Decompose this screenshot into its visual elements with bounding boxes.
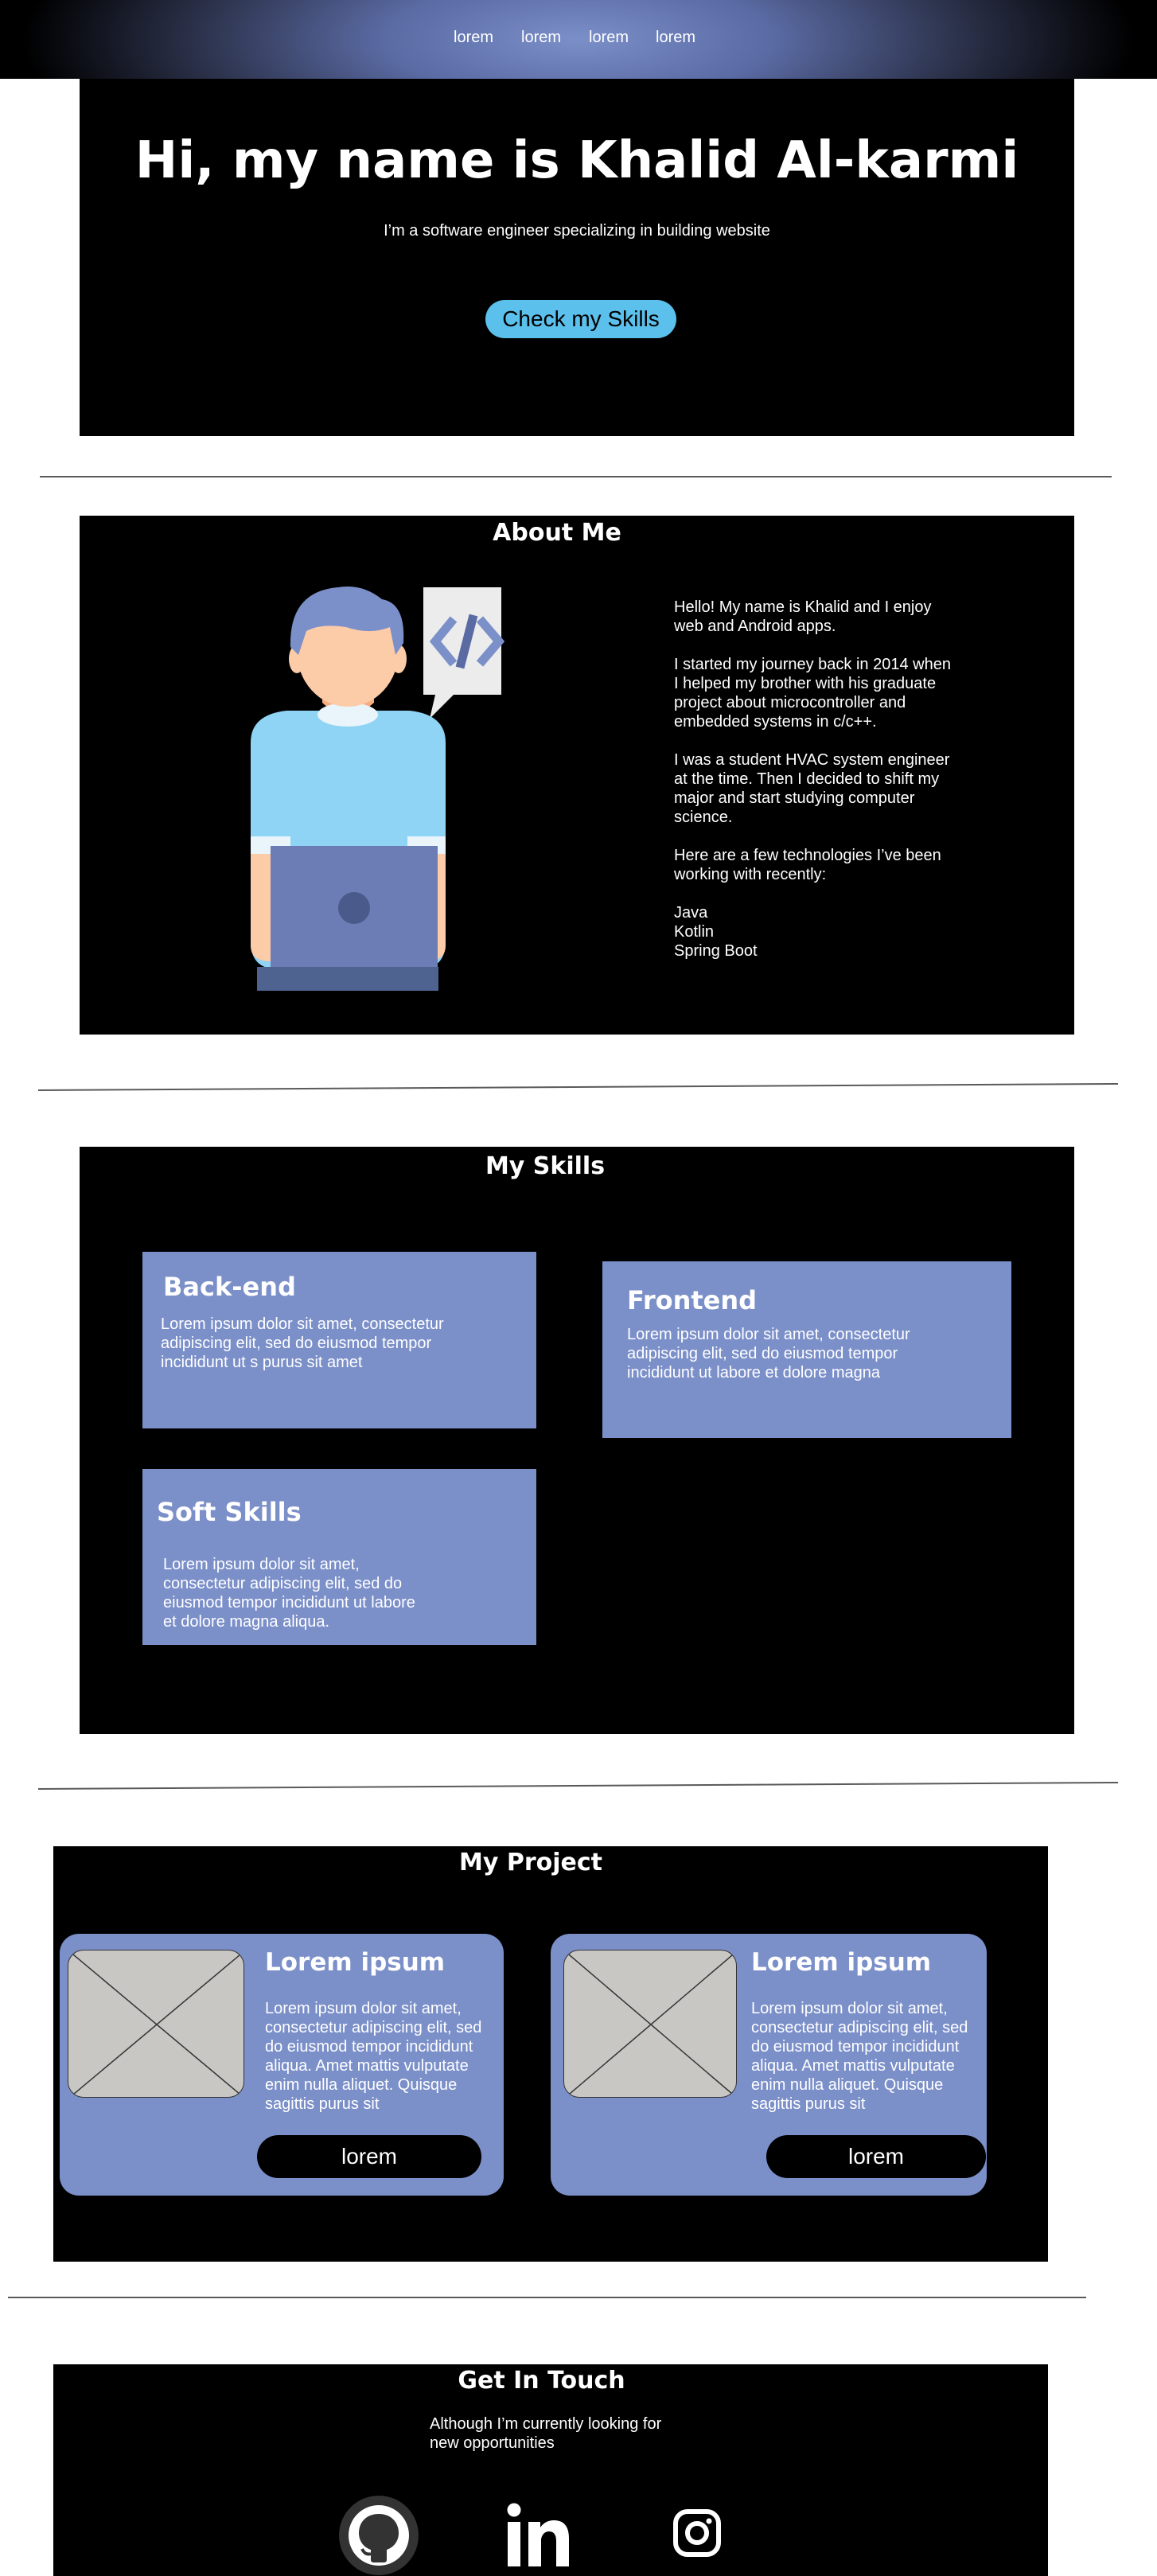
skill-card-title: Back-end xyxy=(163,1272,296,1302)
divider xyxy=(38,1782,1119,1790)
skill-card-text: Lorem ipsum dolor sit amet, consectetur … xyxy=(627,1326,910,1382)
about-text: Hello! My name is Khalid and I enjoy web… xyxy=(674,598,952,961)
tech-item: Kotlin xyxy=(674,923,715,941)
instagram-icon[interactable] xyxy=(673,2509,721,2557)
project-button[interactable]: lorem xyxy=(257,2135,481,2178)
about-section: About Me Hello! My name is Khalid and I … xyxy=(80,516,1074,1035)
project-image-placeholder xyxy=(563,1950,737,2098)
project-text: Lorem ipsum dolor sit amet, consectetur … xyxy=(751,2000,968,2113)
skills-section: My Skills Back-end Lorem ipsum dolor sit… xyxy=(80,1147,1074,1734)
project-card: Lorem ipsum Lorem ipsum dolor sit amet, … xyxy=(551,1934,987,2196)
skill-card-title: Frontend xyxy=(627,1285,758,1315)
nav-link-3[interactable]: lorem xyxy=(589,29,629,47)
contact-text: Although I’m currently looking for new o… xyxy=(430,2415,662,2452)
projects-section: My Project Lorem ipsum Lorem ipsum dolor… xyxy=(53,1846,1048,2262)
top-nav: lorem lorem lorem lorem xyxy=(0,0,1157,79)
tech-item: Java xyxy=(674,904,708,922)
github-icon[interactable] xyxy=(338,2495,419,2576)
skills-title: My Skills xyxy=(485,1152,606,1180)
hero-section: Hi, my name is Khalid Al-karmi I’m a sof… xyxy=(80,79,1074,436)
skill-card-backend: Back-end Lorem ipsum dolor sit amet, con… xyxy=(142,1252,536,1428)
projects-title: My Project xyxy=(459,1849,602,1876)
nav-link-1[interactable]: lorem xyxy=(454,29,493,47)
about-paragraph: I started my journey back in 2014 when I… xyxy=(674,656,951,731)
nav-link-2[interactable]: lorem xyxy=(521,29,561,47)
skill-card-text: Lorem ipsum dolor sit amet, consectetur … xyxy=(163,1556,415,1631)
about-paragraph: Here are a few technologies I’ve been wo… xyxy=(674,847,941,883)
skill-card-frontend: Frontend Lorem ipsum dolor sit amet, con… xyxy=(602,1261,1011,1438)
divider xyxy=(40,476,1112,477)
skill-card-text: Lorem ipsum dolor sit amet, consectetur … xyxy=(161,1315,444,1371)
contact-section: Get In Touch Although I’m currently look… xyxy=(53,2364,1048,2576)
linkedin-icon[interactable] xyxy=(507,2503,572,2568)
code-bubble-icon xyxy=(423,587,505,719)
skill-card-title: Soft Skills xyxy=(157,1497,302,1527)
check-skills-button[interactable]: Check my Skills xyxy=(485,300,676,338)
project-image-placeholder xyxy=(68,1950,244,2098)
divider xyxy=(8,2297,1086,2298)
project-title: Lorem ipsum xyxy=(265,1948,446,1977)
about-paragraph: Hello! My name is Khalid and I enjoy web… xyxy=(674,598,932,635)
about-paragraph: I was a student HVAC system engineer at … xyxy=(674,751,950,826)
project-text: Lorem ipsum dolor sit amet, consectetur … xyxy=(265,2000,482,2113)
skill-card-soft-skills: Soft Skills Lorem ipsum dolor sit amet, … xyxy=(142,1469,536,1645)
project-button[interactable]: lorem xyxy=(766,2135,986,2178)
hero-title: Hi, my name is Khalid Al-karmi xyxy=(134,131,1019,190)
developer-illustration-icon xyxy=(251,587,505,991)
image-placeholder-icon xyxy=(564,1951,736,2097)
tech-item: Spring Boot xyxy=(674,942,758,960)
hero-subtitle: I’m a software engineer specializing in … xyxy=(384,222,770,240)
image-placeholder-icon xyxy=(68,1951,243,2097)
about-title: About Me xyxy=(493,519,621,547)
contact-title: Get In Touch xyxy=(458,2367,625,2395)
project-card: Lorem ipsum Lorem ipsum dolor sit amet, … xyxy=(60,1934,504,2196)
nav-link-4[interactable]: lorem xyxy=(656,29,695,47)
project-title: Lorem ipsum xyxy=(751,1948,932,1977)
divider xyxy=(38,1083,1119,1091)
